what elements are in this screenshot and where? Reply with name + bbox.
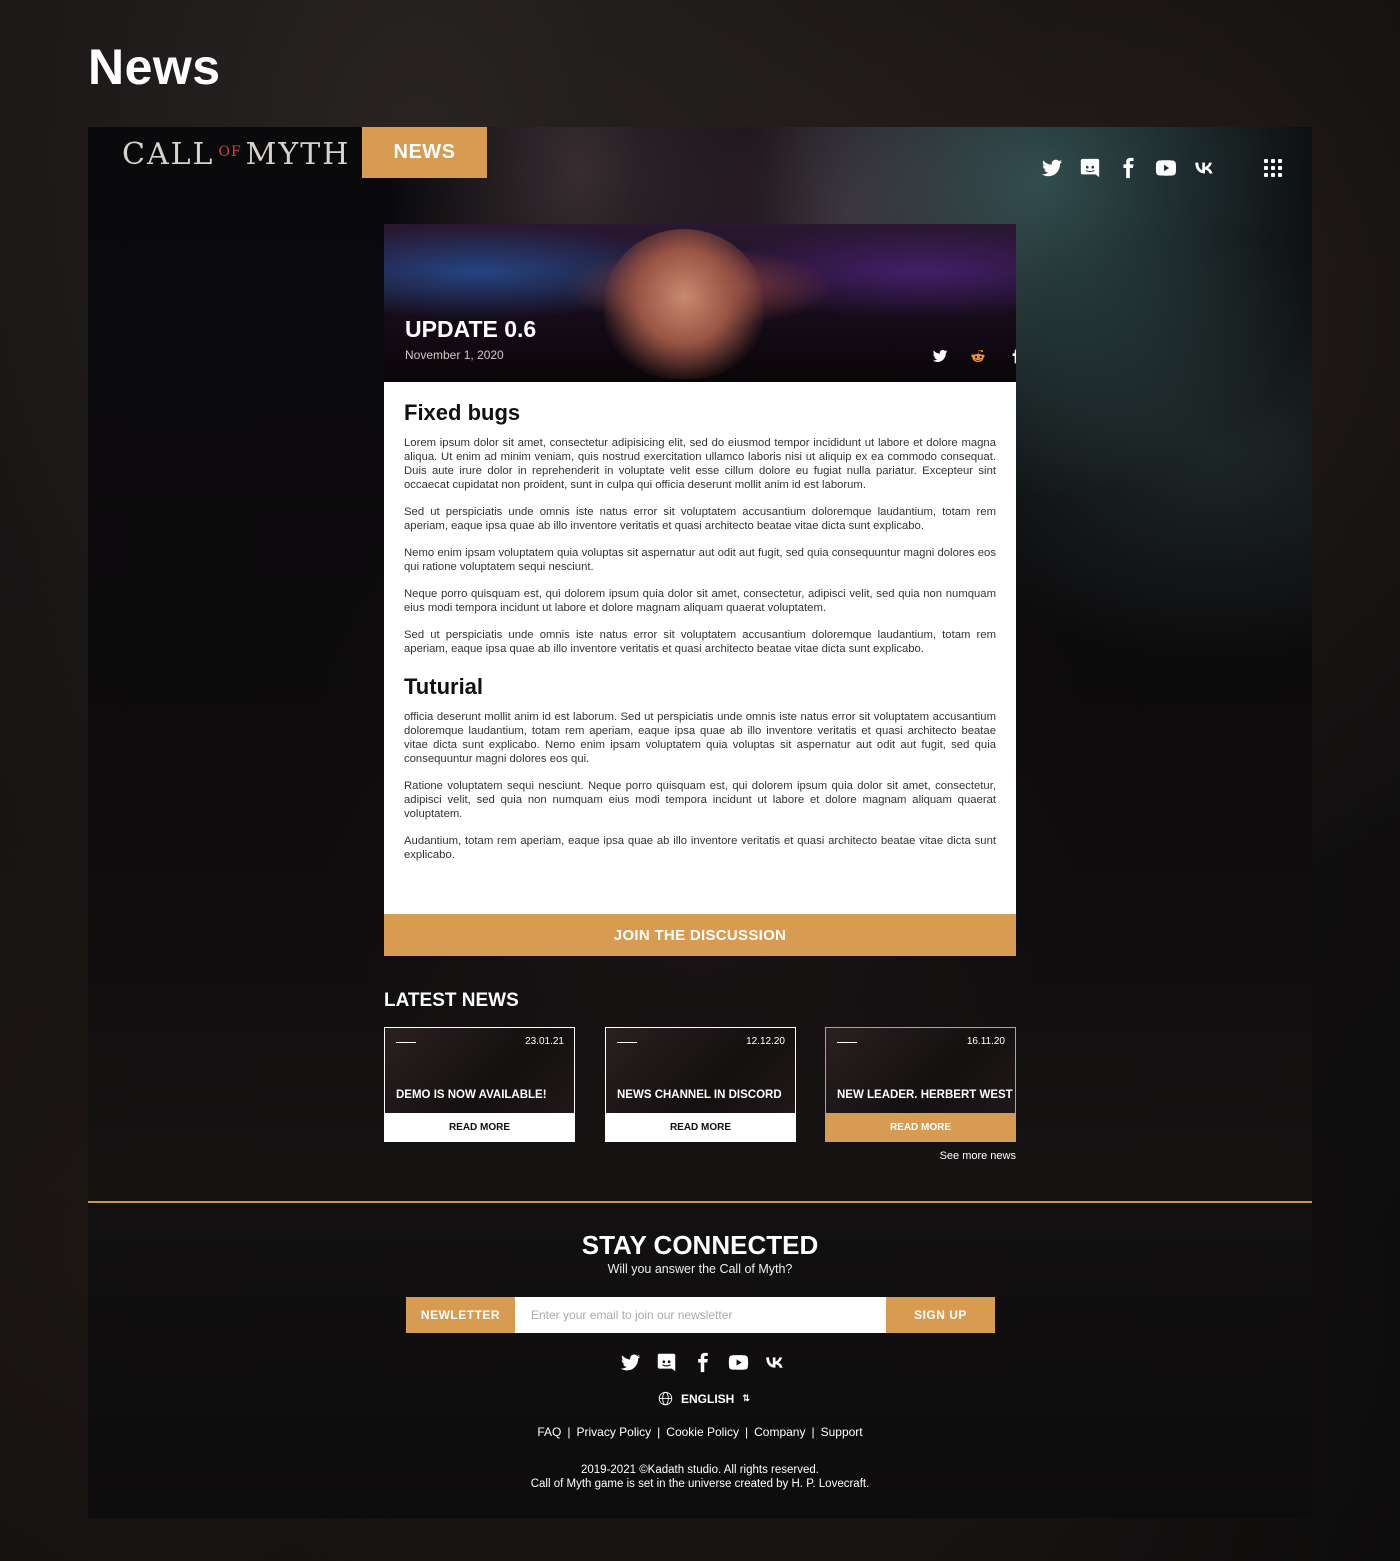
logo-text-of: OF [218,144,242,160]
article-paragraph: Sed ut perspiciatis unde omnis iste natu… [404,629,996,655]
newsletter-form: NEWLETTER SIGN UP [406,1297,995,1333]
article-hero: UPDATE 0.6 November 1, 2020 [384,224,1016,382]
footer-link-support[interactable]: Support [821,1425,863,1439]
article-paragraph: Sed ut perspiciatis unde omnis iste natu… [404,506,996,532]
news-date: 16.11.20 [966,1036,1005,1047]
article-date: November 1, 2020 [405,348,504,362]
facebook-icon[interactable] [690,1351,714,1373]
sort-arrows-icon: ⇅ [742,1393,750,1403]
page-title: News [88,39,221,95]
discord-icon[interactable] [654,1351,678,1373]
newsletter-email-input[interactable] [515,1297,886,1333]
news-date: 12.12.20 [746,1036,785,1047]
footer-link-company[interactable]: Company [754,1425,805,1439]
site-logo[interactable]: CALL OF MYTH [122,137,350,172]
facebook-icon[interactable] [1004,345,1016,367]
footer-social-links [618,1351,786,1373]
join-discussion-button[interactable]: JOIN THE DISCUSSION [384,914,1016,956]
article-paragraph: Audantium, totam rem aperiam, eaque ipsa… [404,835,996,861]
footer-title: STAY CONNECTED [581,1230,819,1260]
hero-monster-art [604,229,764,379]
news-date: 23.01.21 [525,1036,564,1047]
logo-text-call: CALL [122,137,215,172]
newsletter-label: NEWLETTER [406,1297,515,1333]
read-more-button[interactable]: READ MORE [385,1113,574,1141]
twitter-icon[interactable] [1040,157,1064,179]
news-title: NEW LEADER. HERBERT WEST [837,1089,1013,1101]
vk-icon[interactable] [1192,157,1216,179]
article-paragraph: officia deserunt mollit anim id est labo… [404,711,996,765]
news-card[interactable]: 23.01.21 DEMO IS NOW AVAILABLE! READ MOR… [384,1027,575,1142]
news-card[interactable]: 12.12.20 NEWS CHANNEL IN DISCORD READ MO… [605,1027,796,1142]
share-links [928,345,1016,367]
article-paragraph: Nemo enim ipsam voluptatem quia voluptas… [404,547,996,573]
section-heading: Tuturial [404,674,484,699]
nav-tab-news[interactable]: NEWS [362,127,487,178]
reddit-icon[interactable] [966,345,990,367]
footer-link-faq[interactable]: FAQ [537,1425,561,1439]
language-label: ENGLISH [681,1391,735,1406]
globe-icon [658,1391,673,1406]
discord-icon[interactable] [1078,157,1102,179]
facebook-icon[interactable] [1116,157,1140,179]
twitter-icon[interactable] [618,1351,642,1373]
youtube-icon[interactable] [1154,157,1178,179]
copyright: 2019-2021 ©Kadath studio. All rights res… [88,1463,1312,1491]
article-title: UPDATE 0.6 [405,316,537,342]
twitter-icon[interactable] [928,345,952,367]
article-body: Fixed bugs Lorem ipsum dolor sit amet, c… [384,382,1016,914]
header-social-links [1040,157,1216,179]
footer-link-cookie[interactable]: Cookie Policy [666,1425,739,1439]
read-more-button[interactable]: READ MORE [606,1113,795,1141]
footer-subtitle: Will you answer the Call of Myth? [607,1262,793,1276]
see-more-news-link[interactable]: See more news [888,1150,1016,1162]
latest-news-heading: LATEST NEWS [384,990,519,1011]
copyright-line: 2019-2021 ©Kadath studio. All rights res… [581,1464,819,1476]
footer-links: FAQ | Privacy Policy | Cookie Policy | Company… [537,1425,863,1439]
language-selector[interactable]: ENGLISH ⇅ [658,1391,750,1406]
youtube-icon[interactable] [726,1351,750,1373]
news-thumbnail: 16.11.20 NEW LEADER. HERBERT WEST [826,1028,1015,1113]
article-paragraph: Lorem ipsum dolor sit amet, consectetur … [404,437,996,491]
news-title: DEMO IS NOW AVAILABLE! [396,1089,547,1101]
news-card[interactable]: 16.11.20 NEW LEADER. HERBERT WEST READ M… [825,1027,1016,1142]
vk-icon[interactable] [762,1351,786,1373]
read-more-button[interactable]: READ MORE [826,1113,1015,1141]
news-thumbnail: 23.01.21 DEMO IS NOW AVAILABLE! [385,1028,574,1113]
section-heading: Fixed bugs [404,400,521,425]
apps-grid-icon[interactable] [1264,159,1282,177]
news-title: NEWS CHANNEL IN DISCORD [617,1089,782,1101]
site-frame: CALL OF MYTH NEWS UPDATE 0.6 November 1, 2… [88,127,1312,1518]
logo-text-myth: MYTH [245,137,351,172]
article-paragraph: Neque porro quisquam est, qui dolorem ip… [404,588,996,614]
footer-link-privacy[interactable]: Privacy Policy [576,1425,651,1439]
sign-up-button[interactable]: SIGN UP [886,1297,995,1333]
copyright-line: Call of Myth game is set in the universe… [530,1478,870,1490]
news-thumbnail: 12.12.20 NEWS CHANNEL IN DISCORD [606,1028,795,1113]
article-paragraph: Ratione voluptatem sequi nesciunt. Neque… [404,780,996,820]
